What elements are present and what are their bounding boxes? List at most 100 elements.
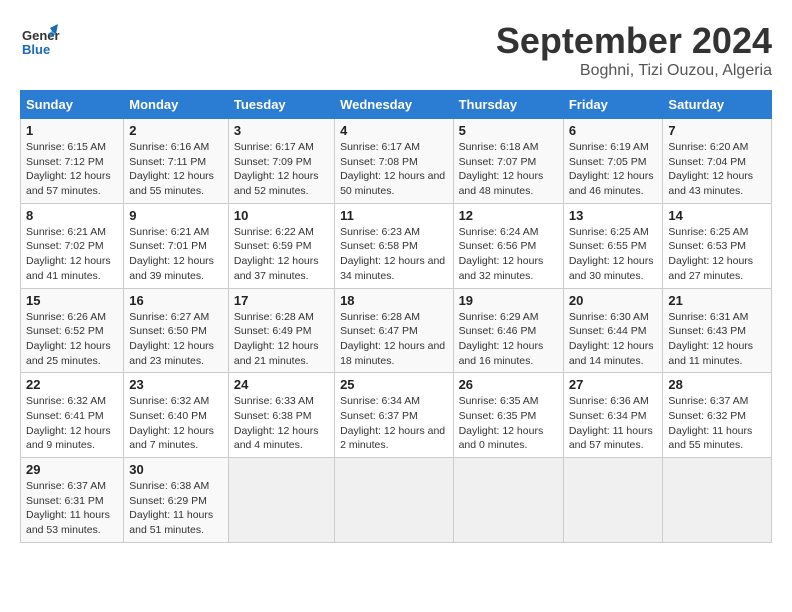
calendar-cell: 9Sunrise: 6:21 AMSunset: 7:01 PMDaylight… [124, 203, 229, 288]
day-info: Sunrise: 6:37 AMSunset: 6:32 PMDaylight:… [668, 394, 766, 453]
day-number: 19 [459, 293, 558, 308]
day-number: 21 [668, 293, 766, 308]
header-thursday: Thursday [453, 91, 563, 119]
day-number: 3 [234, 123, 329, 138]
day-info: Sunrise: 6:32 AMSunset: 6:40 PMDaylight:… [129, 394, 223, 453]
calendar-cell: 11 Sunrise: 6:23 AMSunset: 6:58 PMDayligh… [335, 203, 453, 288]
calendar-header-row: SundayMondayTuesdayWednesdayThursdayFrid… [21, 91, 772, 119]
day-number: 10 [234, 208, 329, 223]
calendar-cell [563, 458, 663, 543]
calendar-week-4: 29Sunrise: 6:37 AMSunset: 6:31 PMDayligh… [21, 458, 772, 543]
day-info: Sunrise: 6:19 AMSunset: 7:05 PMDaylight:… [569, 140, 658, 199]
calendar-week-1: 8 Sunrise: 6:21 AMSunset: 7:02 PMDaylight… [21, 203, 772, 288]
logo: General Blue [20, 20, 60, 65]
day-info: Sunrise: 6:36 AMSunset: 6:34 PMDaylight:… [569, 394, 658, 453]
header-wednesday: Wednesday [335, 91, 453, 119]
location-subtitle: Boghni, Tizi Ouzou, Algeria [496, 62, 772, 80]
calendar-cell: 5 Sunrise: 6:18 AMSunset: 7:07 PMDaylight… [453, 119, 563, 204]
day-info: Sunrise: 6:25 AMSunset: 6:53 PMDaylight:… [668, 225, 766, 284]
day-info: Sunrise: 6:22 AMSunset: 6:59 PMDaylight:… [234, 225, 329, 284]
day-number: 8 [26, 208, 118, 223]
calendar-cell [453, 458, 563, 543]
day-number: 1 [26, 123, 118, 138]
day-info: Sunrise: 6:24 AMSunset: 6:56 PMDaylight:… [459, 225, 558, 284]
calendar-cell: 22Sunrise: 6:32 AMSunset: 6:41 PMDayligh… [21, 373, 124, 458]
calendar-cell: 26 Sunrise: 6:35 AMSunset: 6:35 PMDayligh… [453, 373, 563, 458]
day-info: Sunrise: 6:31 AMSunset: 6:43 PMDaylight:… [668, 310, 766, 369]
day-number: 29 [26, 462, 118, 477]
day-number: 20 [569, 293, 658, 308]
calendar-cell: 17 Sunrise: 6:28 AMSunset: 6:49 PMDayligh… [228, 288, 334, 373]
day-number: 15 [26, 293, 118, 308]
calendar-cell: 7 Sunrise: 6:20 AMSunset: 7:04 PMDaylight… [663, 119, 772, 204]
calendar-cell: 27Sunrise: 6:36 AMSunset: 6:34 PMDayligh… [563, 373, 663, 458]
day-info: Sunrise: 6:20 AMSunset: 7:04 PMDaylight:… [668, 140, 766, 199]
header-saturday: Saturday [663, 91, 772, 119]
day-number: 28 [668, 377, 766, 392]
svg-text:Blue: Blue [22, 42, 50, 57]
day-info: Sunrise: 6:28 AMSunset: 6:49 PMDaylight:… [234, 310, 329, 369]
page-header: General Blue September 2024 Boghni, Tizi… [20, 20, 772, 80]
day-info: Sunrise: 6:32 AMSunset: 6:41 PMDaylight:… [26, 394, 118, 453]
day-number: 16 [129, 293, 223, 308]
day-number: 12 [459, 208, 558, 223]
header-tuesday: Tuesday [228, 91, 334, 119]
day-info: Sunrise: 6:18 AMSunset: 7:07 PMDaylight:… [459, 140, 558, 199]
day-number: 25 [340, 377, 447, 392]
day-number: 5 [459, 123, 558, 138]
calendar-cell: 14Sunrise: 6:25 AMSunset: 6:53 PMDayligh… [663, 203, 772, 288]
calendar-cell: 13Sunrise: 6:25 AMSunset: 6:55 PMDayligh… [563, 203, 663, 288]
calendar-cell: 12 Sunrise: 6:24 AMSunset: 6:56 PMDayligh… [453, 203, 563, 288]
calendar-body: 1 Sunrise: 6:15 AMSunset: 7:12 PMDaylight… [21, 119, 772, 543]
calendar-cell: 20Sunrise: 6:30 AMSunset: 6:44 PMDayligh… [563, 288, 663, 373]
calendar-cell: 30 Sunrise: 6:38 AMSunset: 6:29 PMDayligh… [124, 458, 229, 543]
header-monday: Monday [124, 91, 229, 119]
header-sunday: Sunday [21, 91, 124, 119]
day-info: Sunrise: 6:34 AMSunset: 6:37 PMDaylight:… [340, 394, 447, 453]
day-number: 24 [234, 377, 329, 392]
title-area: September 2024 Boghni, Tizi Ouzou, Alger… [496, 20, 772, 80]
day-number: 23 [129, 377, 223, 392]
day-number: 7 [668, 123, 766, 138]
day-number: 18 [340, 293, 447, 308]
day-info: Sunrise: 6:35 AMSunset: 6:35 PMDaylight:… [459, 394, 558, 453]
day-number: 2 [129, 123, 223, 138]
day-number: 30 [129, 462, 223, 477]
day-number: 11 [340, 208, 447, 223]
calendar-cell: 3Sunrise: 6:17 AMSunset: 7:09 PMDaylight… [228, 119, 334, 204]
day-info: Sunrise: 6:27 AMSunset: 6:50 PMDaylight:… [129, 310, 223, 369]
day-info: Sunrise: 6:17 AMSunset: 7:08 PMDaylight:… [340, 140, 447, 199]
day-number: 17 [234, 293, 329, 308]
calendar-cell: 23 Sunrise: 6:32 AMSunset: 6:40 PMDayligh… [124, 373, 229, 458]
calendar-cell: 10 Sunrise: 6:22 AMSunset: 6:59 PMDayligh… [228, 203, 334, 288]
day-info: Sunrise: 6:16 AMSunset: 7:11 PMDaylight:… [129, 140, 223, 199]
calendar-cell: 1 Sunrise: 6:15 AMSunset: 7:12 PMDaylight… [21, 119, 124, 204]
calendar-cell [335, 458, 453, 543]
calendar-cell: 25 Sunrise: 6:34 AMSunset: 6:37 PMDayligh… [335, 373, 453, 458]
day-number: 26 [459, 377, 558, 392]
calendar-table: SundayMondayTuesdayWednesdayThursdayFrid… [20, 90, 772, 543]
day-number: 6 [569, 123, 658, 138]
calendar-cell: 29Sunrise: 6:37 AMSunset: 6:31 PMDayligh… [21, 458, 124, 543]
calendar-cell: 19Sunrise: 6:29 AMSunset: 6:46 PMDayligh… [453, 288, 563, 373]
calendar-cell: 2 Sunrise: 6:16 AMSunset: 7:11 PMDaylight… [124, 119, 229, 204]
calendar-cell: 15 Sunrise: 6:26 AMSunset: 6:52 PMDayligh… [21, 288, 124, 373]
day-info: Sunrise: 6:23 AMSunset: 6:58 PMDaylight:… [340, 225, 447, 284]
day-number: 13 [569, 208, 658, 223]
logo-icon: General Blue [20, 20, 60, 60]
calendar-week-0: 1 Sunrise: 6:15 AMSunset: 7:12 PMDaylight… [21, 119, 772, 204]
calendar-cell: 4 Sunrise: 6:17 AMSunset: 7:08 PMDaylight… [335, 119, 453, 204]
calendar-week-2: 15 Sunrise: 6:26 AMSunset: 6:52 PMDayligh… [21, 288, 772, 373]
calendar-cell: 28 Sunrise: 6:37 AMSunset: 6:32 PMDayligh… [663, 373, 772, 458]
day-info: Sunrise: 6:15 AMSunset: 7:12 PMDaylight:… [26, 140, 118, 199]
day-number: 9 [129, 208, 223, 223]
calendar-cell: 18Sunrise: 6:28 AMSunset: 6:47 PMDayligh… [335, 288, 453, 373]
day-info: Sunrise: 6:38 AMSunset: 6:29 PMDaylight:… [129, 479, 223, 538]
calendar-cell [663, 458, 772, 543]
day-number: 4 [340, 123, 447, 138]
calendar-week-3: 22Sunrise: 6:32 AMSunset: 6:41 PMDayligh… [21, 373, 772, 458]
month-title: September 2024 [496, 20, 772, 62]
day-info: Sunrise: 6:26 AMSunset: 6:52 PMDaylight:… [26, 310, 118, 369]
calendar-cell: 6 Sunrise: 6:19 AMSunset: 7:05 PMDaylight… [563, 119, 663, 204]
day-info: Sunrise: 6:21 AMSunset: 7:02 PMDaylight:… [26, 225, 118, 284]
